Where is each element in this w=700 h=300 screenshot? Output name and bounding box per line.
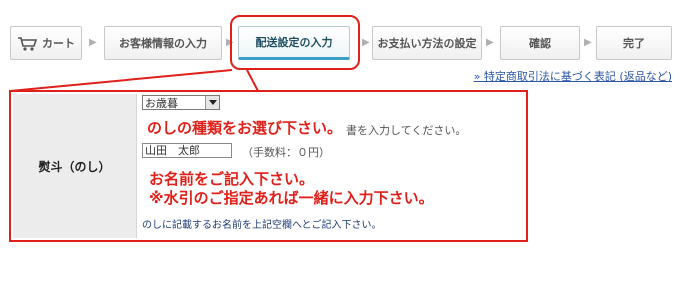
noshi-type-value: お歳暮 <box>145 96 178 110</box>
annotation-select-type: のしの種類をお選び下さい。 <box>147 119 343 137</box>
noshi-name-input[interactable]: 山田 太郎 <box>142 143 232 158</box>
annotation-enter-name: お名前をご記入下さい。 <box>149 170 315 188</box>
legal-notice-link[interactable]: » 特定商取引法に基づく表記 (返品など) <box>474 68 672 84</box>
chevron-down-icon[interactable] <box>205 96 219 109</box>
noshi-form-box: 熨斗（のし） お歳暮 のしの種類をお選び下さい。 書を入力してください。 山田 … <box>9 90 528 242</box>
name-note-text: のしに記載するお名前を上記空欄へとご記入下さい。 <box>142 220 382 231</box>
fee-text: （手数料：０円） <box>242 146 330 159</box>
noshi-type-select[interactable]: お歳暮 <box>142 95 220 110</box>
annotation-mizuhiki: ※水引のご指定あれば一緒に入力下さい。 <box>149 189 434 207</box>
instruction-text: 書を入力してください。 <box>346 124 467 137</box>
noshi-label: 熨斗（のし） <box>13 94 137 238</box>
